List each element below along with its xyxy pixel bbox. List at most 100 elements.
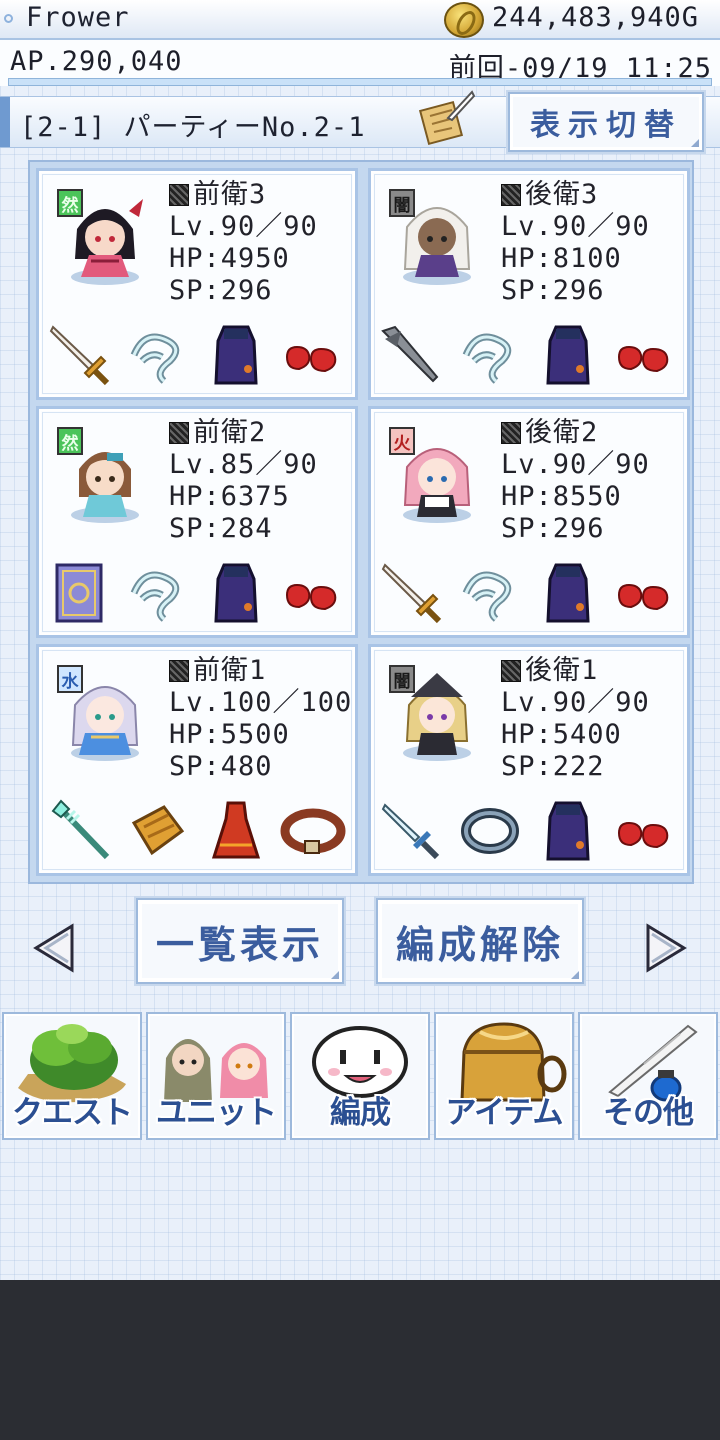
ring-icon[interactable] (456, 797, 524, 865)
menu-other-label: その他 (603, 1095, 694, 1131)
water-element-icon: 水 (57, 665, 83, 693)
disband-party-label: 編成解除 (395, 922, 564, 967)
unit-hp: HP:8100 (501, 243, 622, 274)
unit-sp: SP:480 (169, 751, 273, 782)
display-toggle-button[interactable]: 表示切替 (508, 92, 704, 152)
boots-icon[interactable] (611, 797, 679, 865)
unit-sp: SP:296 (501, 513, 605, 544)
unit-level: Lv.100／100 (169, 687, 353, 718)
unit-stats: 後衛2 Lv.90／90 HP:8550 SP:296 (501, 417, 650, 545)
boots-icon[interactable] (279, 559, 347, 627)
nature-element-icon: 然 (57, 189, 83, 217)
unit-level: Lv.85／90 (169, 449, 318, 480)
menu-formation[interactable]: 編成 (290, 1012, 430, 1140)
unit-level: Lv.90／90 (501, 687, 650, 718)
unit-sp: SP:222 (501, 751, 605, 782)
cloak-icon[interactable] (202, 559, 270, 627)
game-screen: Frower 244,483,940G AP.290,040 前回-09/19 … (0, 0, 720, 1280)
status-bar: Frower 244,483,940G (0, 0, 720, 40)
menu-other[interactable]: その他 (578, 1012, 718, 1140)
unit-level: Lv.90／90 (501, 449, 650, 480)
menu-unit[interactable]: ユニット (146, 1012, 286, 1140)
unit-hp: HP:4950 (169, 243, 290, 274)
menu-quest[interactable]: クエスト (2, 1012, 142, 1140)
unit-sp: SP:296 (169, 275, 273, 306)
unit-hp: HP:5500 (169, 719, 290, 750)
status-dot-icon (4, 14, 13, 23)
triangle-right-icon[interactable] (644, 922, 688, 974)
unit-card-back-2[interactable]: 火 後衛2 Lv.90／90 HP:8550 SP:296 (368, 406, 690, 638)
boots-icon[interactable] (611, 559, 679, 627)
sword-icon[interactable] (47, 321, 115, 389)
scarf-icon[interactable] (456, 559, 524, 627)
fire-element-icon: 火 (389, 427, 415, 455)
equipment-row (47, 795, 347, 867)
gold-amount: 244,483,940G (492, 2, 700, 33)
sword-icon[interactable] (379, 559, 447, 627)
unit-position: 後衛3 (525, 179, 599, 210)
unit-card-front-2[interactable]: 然 前衛2 Lv.85／90 HP:6375 SP:284 (36, 406, 358, 638)
boots-icon[interactable] (279, 321, 347, 389)
party-unit-grid: 然 前衛3 Lv.90／90 HP:4950 SP:296 闇 後衛3 Lv.9… (28, 160, 694, 884)
list-view-button[interactable]: 一覧表示 (136, 898, 344, 984)
position-mark-icon (169, 660, 189, 682)
cloak-icon[interactable] (534, 559, 602, 627)
unit-card-front-1[interactable]: 水 前衛1 Lv.100／100 HP:5500 SP:480 (36, 644, 358, 876)
unit-hp: HP:6375 (169, 481, 290, 512)
list-view-label: 一覧表示 (155, 922, 324, 967)
unit-card-front-3[interactable]: 然 前衛3 Lv.90／90 HP:4950 SP:296 (36, 168, 358, 400)
unit-hp: HP:8550 (501, 481, 622, 512)
dagger-icon[interactable] (379, 797, 447, 865)
spellbook-icon[interactable] (47, 559, 115, 627)
triangle-left-icon[interactable] (32, 922, 76, 974)
unit-position: 前衛3 (193, 179, 267, 210)
boots-icon[interactable] (611, 321, 679, 389)
scarf-icon[interactable] (124, 321, 192, 389)
unit-level: Lv.90／90 (169, 211, 318, 242)
ap-gauge (8, 78, 712, 86)
nature-element-icon: 然 (57, 427, 83, 455)
equipment-row (379, 557, 679, 629)
menu-item-label: アイテム (445, 1095, 564, 1131)
unit-card-back-1[interactable]: 闇 後衛1 Lv.90／90 HP:5400 SP:222 (368, 644, 690, 876)
dark-element-icon: 闇 (389, 189, 415, 217)
unit-level: Lv.90／90 (501, 211, 650, 242)
gold-coin-icon (444, 2, 484, 38)
cloak-icon[interactable] (534, 797, 602, 865)
unit-position: 後衛2 (525, 417, 599, 448)
equipment-row (379, 795, 679, 867)
unit-stats: 後衛1 Lv.90／90 HP:5400 SP:222 (501, 655, 650, 783)
menu-quest-label: クエスト (12, 1095, 133, 1131)
unit-stats: 前衛2 Lv.85／90 HP:6375 SP:284 (169, 417, 318, 545)
unit-position: 前衛2 (193, 417, 267, 448)
position-mark-icon (501, 660, 521, 682)
unit-stats: 後衛3 Lv.90／90 HP:8100 SP:296 (501, 179, 650, 307)
party-title: [2-1] パーティーNo.2-1 (20, 112, 366, 143)
menu-formation-label: 編成 (330, 1095, 391, 1131)
position-mark-icon (501, 184, 521, 206)
cloak-icon[interactable] (534, 321, 602, 389)
disband-party-button[interactable]: 編成解除 (376, 898, 584, 984)
unit-position: 後衛1 (525, 655, 599, 686)
scarf-icon[interactable] (124, 559, 192, 627)
dress-icon[interactable] (202, 797, 270, 865)
main-menu: クエスト ユニット 編成 アイテム その他 (0, 1012, 720, 1142)
bracer-icon[interactable] (124, 797, 192, 865)
position-mark-icon (169, 422, 189, 444)
spear-icon[interactable] (379, 321, 447, 389)
scarf-icon[interactable] (456, 321, 524, 389)
equipment-row (379, 319, 679, 391)
cloak-icon[interactable] (202, 321, 270, 389)
unit-sp: SP:284 (169, 513, 273, 544)
party-rename-quill-icon[interactable] (418, 88, 476, 146)
display-toggle-label: 表示切替 (530, 108, 682, 143)
equipment-row (47, 319, 347, 391)
position-mark-icon (501, 422, 521, 444)
empty-bottom-area (0, 1280, 720, 1440)
menu-item[interactable]: アイテム (434, 1012, 574, 1140)
belt-icon[interactable] (279, 797, 347, 865)
staff-icon[interactable] (47, 797, 115, 865)
unit-card-back-3[interactable]: 闇 後衛3 Lv.90／90 HP:8100 SP:296 (368, 168, 690, 400)
dark-element-icon: 闇 (389, 665, 415, 693)
ap-value: AP.290,040 (10, 46, 183, 77)
